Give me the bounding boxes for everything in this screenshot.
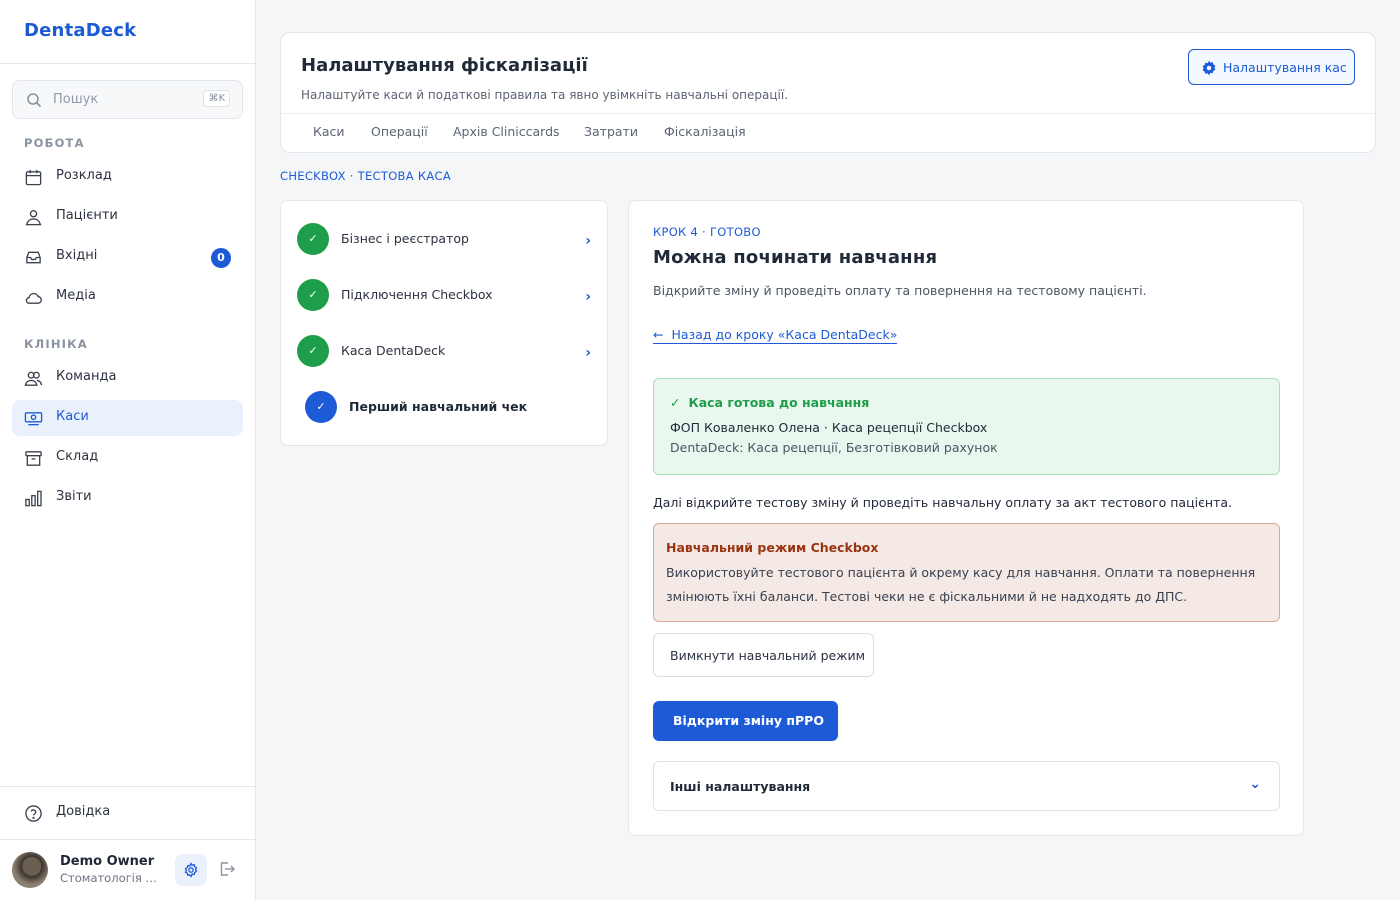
sidebar-item-label: Каси: [56, 409, 89, 424]
chevron-right-icon: ›: [585, 289, 591, 305]
sidebar-item-label: Команда: [56, 369, 117, 384]
ready-title: ✓ Каса готова до навчання: [670, 395, 869, 410]
sidebar-item-patients[interactable]: Пацієнти: [12, 199, 243, 235]
team-icon: [24, 371, 43, 386]
sidebar-item-cash-registers[interactable]: Каси: [12, 400, 243, 436]
open-shift-label: Відкрити зміну пРРО: [673, 713, 824, 728]
back-link[interactable]: ← Назад до кроку «Каса DentaDeck»: [653, 327, 898, 344]
step-business-registrar[interactable]: ✓ Бізнес і реєстратор ›: [281, 217, 607, 261]
search-shortcut: ⌘K: [203, 90, 230, 107]
gear-icon: [184, 862, 198, 878]
check-icon: ✓: [670, 395, 681, 410]
sidebar-item-label: Довідка: [56, 804, 111, 819]
divider: [0, 63, 255, 64]
sidebar-item-warehouse[interactable]: Склад: [12, 440, 243, 476]
help-circle-icon: [25, 805, 42, 822]
arrow-left-icon: ←: [653, 327, 664, 342]
page-title: Налаштування фіскалізації: [301, 55, 588, 76]
archive-icon: [25, 451, 42, 466]
search-input[interactable]: Пошук ⌘K: [12, 80, 243, 119]
other-settings-accordion[interactable]: Інші налаштування ⌄: [653, 761, 1280, 811]
check-icon: ✓: [297, 335, 329, 367]
check-icon: ✓: [297, 279, 329, 311]
sidebar-item-label: Пацієнти: [56, 208, 118, 223]
next-instruction: Далі відкрийте тестову зміну й проведіть…: [653, 495, 1233, 510]
sidebar-item-schedule[interactable]: Розклад: [12, 159, 243, 195]
ready-status-box: ✓ Каса готова до навчання ФОП Коваленко О…: [653, 378, 1280, 475]
ready-title-text: Каса готова до навчання: [688, 395, 870, 410]
step-subtitle: Відкрийте зміну й проведіть оплату та по…: [653, 283, 1147, 298]
cash-settings-label: Налаштування кас: [1223, 60, 1347, 75]
divider: [0, 786, 255, 787]
step-kicker: КРОК 4 · ГОТОВО: [653, 225, 761, 239]
patients-icon: [25, 209, 42, 226]
cloud-icon: [25, 292, 42, 304]
breadcrumb[interactable]: CHECKBOX · ТЕСТОВА КАСА: [280, 169, 451, 183]
search-placeholder: Пошук: [53, 92, 99, 107]
inbox-count-badge: 0: [211, 248, 231, 268]
sidebar-item-reports[interactable]: Звіти: [12, 480, 243, 516]
step-first-training-receipt[interactable]: ✓ Перший навчальний чек: [281, 385, 607, 429]
section-label-clinic: КЛІНІКА: [24, 337, 88, 351]
search-icon: [27, 93, 42, 108]
tab-fiscalization[interactable]: Фіскалізація: [664, 124, 746, 139]
warning-title: Навчальний режим Checkbox: [666, 540, 879, 555]
sidebar-item-label: Звіти: [56, 489, 92, 504]
step-detail-panel: КРОК 4 · ГОТОВО Можна починати навчання …: [628, 200, 1304, 836]
inbox-icon: [26, 251, 41, 264]
other-settings-label: Інші налаштування: [670, 779, 811, 794]
sidebar-item-team[interactable]: Команда: [12, 360, 243, 396]
tab-operations[interactable]: Операції: [371, 124, 428, 139]
section-label-work: РОБОТА: [24, 136, 85, 150]
cash-settings-button[interactable]: Налаштування кас: [1188, 49, 1355, 85]
tab-cash-registers[interactable]: Каси: [313, 124, 345, 139]
calendar-icon: [25, 169, 42, 186]
sidebar-item-media[interactable]: Медіа: [12, 279, 243, 315]
open-shift-button[interactable]: Відкрити зміну пРРО: [653, 701, 838, 741]
bar-chart-icon: [25, 490, 42, 507]
disable-training-button[interactable]: Вимкнути навчальний режим: [653, 633, 874, 677]
warning-text: Використовуйте тестового пацієнта й окре…: [666, 565, 1256, 604]
user-org: Стоматологія Приклад: [60, 871, 164, 885]
back-link-label: Назад до кроку «Каса DentaDeck»: [671, 327, 898, 342]
sidebar-item-label: Склад: [56, 449, 99, 464]
logout-icon[interactable]: [218, 860, 236, 878]
divider: [0, 839, 255, 840]
sidebar: DentaDeck Пошук ⌘K РОБОТА Розклад Пацієн…: [0, 0, 256, 900]
page-subtitle: Налаштуйте каси й податкові правила та я…: [301, 88, 789, 102]
sidebar-item-help[interactable]: Довідка: [12, 795, 243, 831]
chevron-right-icon: ›: [585, 345, 591, 361]
sidebar-item-label: Розклад: [56, 168, 112, 183]
chevron-down-icon: ⌄: [1249, 776, 1261, 792]
ready-register-info: ФОП Коваленко Олена · Каса рецепції Chec…: [670, 420, 988, 435]
cash-register-icon: [24, 412, 43, 426]
disable-training-label: Вимкнути навчальний режим: [670, 648, 866, 663]
check-icon: ✓: [305, 391, 337, 423]
ready-dentadeck-info: DentaDeck: Каса рецепції, Безготівковий …: [670, 440, 998, 455]
step-label: Бізнес і реєстратор: [341, 231, 469, 246]
step-label: Каса DentaDeck: [341, 343, 446, 358]
chevron-right-icon: ›: [585, 233, 591, 249]
user-settings-button[interactable]: [175, 854, 207, 886]
page-header: Налаштування фіскалізації Налаштуйте кас…: [280, 32, 1376, 153]
gear-icon: [1202, 60, 1216, 76]
step-dentadeck-register[interactable]: ✓ Каса DentaDeck ›: [281, 329, 607, 373]
sidebar-item-inbox[interactable]: Вхідні 0: [12, 239, 243, 275]
app-logo[interactable]: DentaDeck: [24, 20, 136, 41]
tab-cliniccards-archive[interactable]: Архів Cliniccards: [453, 124, 560, 139]
tab-expenses[interactable]: Затрати: [584, 124, 638, 139]
sidebar-item-label: Вхідні: [56, 248, 98, 263]
step-label: Підключення Checkbox: [341, 287, 493, 302]
user-name: Demo Owner: [60, 854, 155, 869]
step-checkbox-connection[interactable]: ✓ Підключення Checkbox ›: [281, 273, 607, 317]
step-title: Можна починати навчання: [653, 247, 938, 268]
training-mode-warning: Навчальний режим Checkbox Використовуйте…: [653, 523, 1280, 622]
sidebar-item-label: Медіа: [56, 288, 96, 303]
divider: [281, 113, 1375, 114]
setup-steps: ✓ Бізнес і реєстратор › ✓ Підключення Ch…: [280, 200, 608, 446]
check-icon: ✓: [297, 223, 329, 255]
avatar[interactable]: [12, 852, 48, 888]
step-label: Перший навчальний чек: [349, 399, 528, 414]
